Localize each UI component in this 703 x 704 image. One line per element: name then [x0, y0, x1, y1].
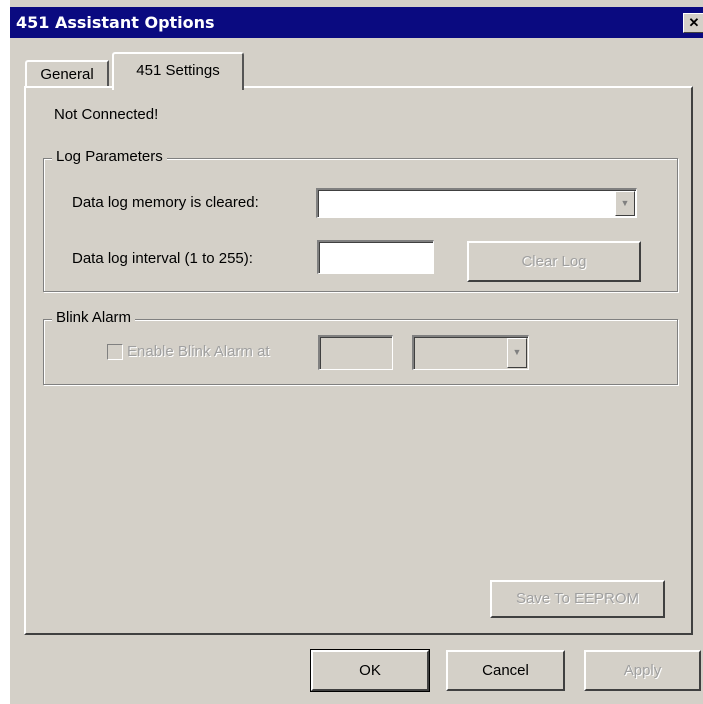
interval-input[interactable]: [317, 240, 434, 274]
window-title: 451 Assistant Options: [16, 13, 215, 32]
memory-cleared-label: Data log memory is cleared:: [72, 194, 259, 211]
tab-451-settings[interactable]: 451 Settings: [112, 52, 244, 90]
close-button[interactable]: ✕: [683, 13, 703, 33]
chevron-down-icon[interactable]: ▼: [615, 191, 635, 216]
enable-blink-alarm-label: Enable Blink Alarm at: [127, 343, 270, 360]
clear-log-button[interactable]: Clear Log: [467, 241, 641, 282]
enable-blink-alarm-checkbox[interactable]: [107, 344, 123, 360]
cancel-button[interactable]: Cancel: [446, 650, 565, 691]
apply-button[interactable]: Apply: [584, 650, 701, 691]
close-x-icon: ✕: [688, 15, 700, 30]
blink-alarm-title: Blink Alarm: [52, 309, 136, 326]
connection-status: Not Connected!: [54, 106, 159, 123]
settings-panel: Not Connected! Log Parameters Data log m…: [24, 86, 693, 635]
ok-button[interactable]: OK: [310, 649, 430, 692]
chevron-down-icon[interactable]: ▼: [507, 338, 527, 368]
title-bar[interactable]: 451 Assistant Options ✕: [10, 7, 703, 38]
interval-label: Data log interval (1 to 255):: [72, 250, 253, 267]
blink-alarm-value-input[interactable]: [318, 335, 393, 370]
options-dialog: 451 Assistant Options ✕ General 451 Sett…: [10, 0, 703, 704]
blink-alarm-unit-dropdown[interactable]: ▼: [412, 335, 529, 370]
memory-cleared-dropdown[interactable]: ▼: [316, 188, 637, 218]
log-parameters-title: Log Parameters: [52, 148, 167, 165]
tab-general[interactable]: General: [25, 60, 109, 89]
save-to-eeprom-button[interactable]: Save To EEPROM: [490, 580, 665, 618]
